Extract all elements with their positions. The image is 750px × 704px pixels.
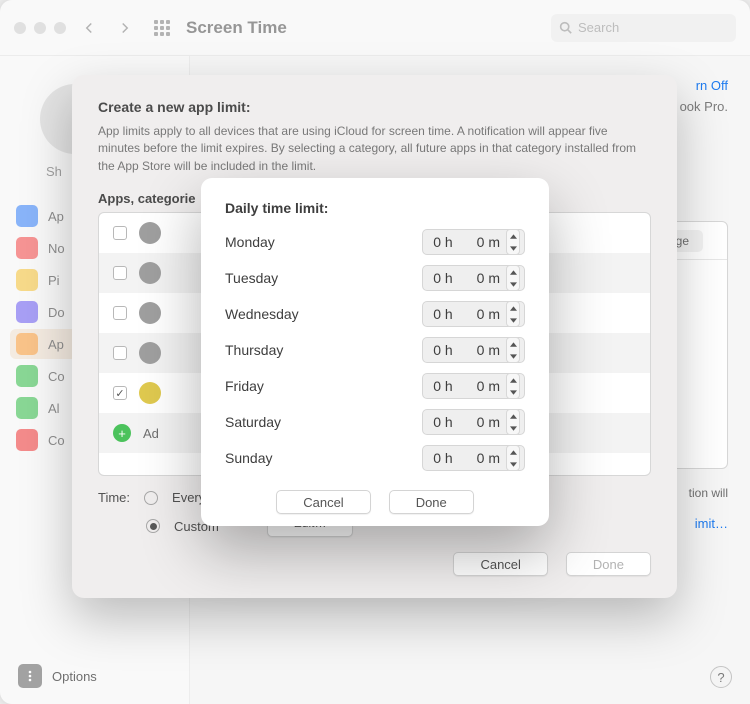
sheet2-title: Daily time limit: bbox=[225, 200, 525, 216]
sheet2-cancel-button[interactable]: Cancel bbox=[276, 490, 370, 514]
chevron-down-icon bbox=[507, 386, 519, 398]
chevron-up-icon bbox=[507, 266, 519, 278]
day-label: Tuesday bbox=[225, 270, 278, 286]
day-row: Saturday 0 h0 m bbox=[225, 404, 525, 440]
stepper-arrows[interactable] bbox=[506, 409, 520, 435]
time-stepper[interactable]: 0 h0 m bbox=[422, 229, 525, 255]
day-row: Tuesday 0 h0 m bbox=[225, 260, 525, 296]
options-icon bbox=[18, 664, 42, 688]
sheet1-desc: App limits apply to all devices that are… bbox=[98, 123, 651, 175]
row-checkbox[interactable] bbox=[113, 386, 127, 400]
turn-off-link[interactable]: rn Off bbox=[696, 78, 728, 93]
day-label: Monday bbox=[225, 234, 275, 250]
stepper-arrows[interactable] bbox=[506, 337, 520, 363]
chevron-down-icon bbox=[507, 350, 519, 362]
chevron-up-icon bbox=[507, 410, 519, 422]
row-checkbox[interactable] bbox=[113, 306, 127, 320]
day-label: Sunday bbox=[225, 450, 272, 466]
day-row: Monday 0 h0 m bbox=[225, 224, 525, 260]
chevron-down-icon bbox=[507, 458, 519, 470]
stepper-arrows[interactable] bbox=[506, 301, 520, 327]
category-icon bbox=[139, 342, 161, 364]
chevron-up-icon bbox=[507, 302, 519, 314]
day-row: Wednesday 0 h0 m bbox=[225, 296, 525, 332]
radio-custom[interactable] bbox=[146, 519, 160, 533]
chevron-up-icon bbox=[507, 446, 519, 458]
stepper-arrows[interactable] bbox=[506, 445, 520, 471]
row-checkbox[interactable] bbox=[113, 346, 127, 360]
add-limit-link[interactable]: imit… bbox=[695, 516, 728, 531]
day-row: Thursday 0 h0 m bbox=[225, 332, 525, 368]
options-button[interactable]: Options bbox=[18, 664, 97, 688]
category-icon bbox=[139, 222, 161, 244]
radio-every-day[interactable] bbox=[144, 491, 158, 505]
day-label: Saturday bbox=[225, 414, 281, 430]
sheet1-done-button[interactable]: Done bbox=[566, 552, 651, 576]
time-label: Time: bbox=[98, 490, 130, 505]
content-hint: rn Off ook Pro. bbox=[680, 76, 728, 118]
sheet1-cancel-button[interactable]: Cancel bbox=[453, 552, 547, 576]
time-stepper[interactable]: 0 h0 m bbox=[422, 445, 525, 471]
chevron-up-icon bbox=[507, 374, 519, 386]
stepper-arrows[interactable] bbox=[506, 229, 520, 255]
daily-time-limit-sheet: Daily time limit: Monday 0 h0 m Tuesday 0 h… bbox=[201, 178, 549, 526]
chevron-down-icon bbox=[507, 314, 519, 326]
chevron-up-icon bbox=[507, 338, 519, 350]
category-icon bbox=[139, 382, 161, 404]
day-label: Friday bbox=[225, 378, 264, 394]
stepper-arrows[interactable] bbox=[506, 373, 520, 399]
time-stepper[interactable]: 0 h0 m bbox=[422, 337, 525, 363]
time-stepper[interactable]: 0 h0 m bbox=[422, 373, 525, 399]
row-checkbox[interactable] bbox=[113, 226, 127, 240]
category-icon bbox=[139, 262, 161, 284]
day-label: Wednesday bbox=[225, 306, 299, 322]
category-icon bbox=[139, 302, 161, 324]
sheet1-title: Create a new app limit: bbox=[98, 99, 651, 115]
day-row: Friday 0 h0 m bbox=[225, 368, 525, 404]
time-stepper[interactable]: 0 h0 m bbox=[422, 265, 525, 291]
day-label: Thursday bbox=[225, 342, 283, 358]
chevron-up-icon bbox=[507, 230, 519, 242]
sheet2-done-button[interactable]: Done bbox=[389, 490, 474, 514]
day-row: Sunday 0 h0 m bbox=[225, 440, 525, 476]
chevron-down-icon bbox=[507, 422, 519, 434]
add-icon[interactable]: + bbox=[113, 424, 131, 442]
row-checkbox[interactable] bbox=[113, 266, 127, 280]
chevron-down-icon bbox=[507, 278, 519, 290]
chevron-down-icon bbox=[507, 242, 519, 254]
time-stepper[interactable]: 0 h0 m bbox=[422, 409, 525, 435]
help-button[interactable]: ? bbox=[710, 666, 732, 688]
time-stepper[interactable]: 0 h0 m bbox=[422, 301, 525, 327]
stepper-arrows[interactable] bbox=[506, 265, 520, 291]
